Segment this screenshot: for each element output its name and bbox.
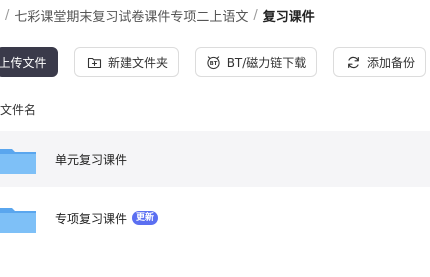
file-row[interactable]: 专项复习课件 更新 [0, 190, 430, 246]
column-header-name[interactable]: 文件名 [0, 101, 36, 118]
file-name[interactable]: 单元复习课件 [55, 151, 127, 168]
new-folder-button-label: 新建文件夹 [108, 55, 169, 70]
bt-download-button[interactable]: BT BT/磁力链下载 [195, 47, 318, 77]
breadcrumb-separator: / [253, 7, 258, 23]
file-name[interactable]: 专项复习课件 更新 [55, 210, 159, 227]
breadcrumb-separator: / [5, 7, 10, 23]
add-backup-button[interactable]: 添加备份 [333, 47, 427, 77]
folder-icon [0, 139, 36, 179]
upload-button-label: 上传文件 [0, 55, 47, 70]
breadcrumb: / 七彩课堂期末复习试卷课件专项二上语文 / 复习课件 [0, 5, 315, 25]
breadcrumb-parent-link[interactable]: 七彩课堂期末复习试卷课件专项二上语文 [14, 6, 248, 25]
add-backup-button-label: 添加备份 [367, 55, 416, 70]
upload-button[interactable]: 上传文件 [0, 47, 58, 77]
file-name-text: 单元复习课件 [55, 152, 128, 167]
file-row[interactable]: 单元复习课件 [0, 131, 430, 187]
file-browser: / 七彩课堂期末复习试卷课件专项二上语文 / 复习课件 上传文件 新建文件夹 B… [0, 0, 430, 277]
updated-badge: 更新 [132, 211, 159, 225]
breadcrumb-current: 复习课件 [262, 9, 315, 25]
folder-icon [0, 198, 36, 238]
bt-download-button-label: BT/磁力链下载 [226, 55, 307, 70]
new-folder-button[interactable]: 新建文件夹 [74, 47, 180, 77]
toolbar: 上传文件 新建文件夹 BT BT/磁力链下载 添加备份 [0, 46, 427, 78]
file-name-text: 专项复习课件 [55, 211, 128, 226]
svg-text:BT: BT [209, 61, 217, 67]
bt-magnet-icon: BT [206, 55, 221, 70]
sync-icon [346, 55, 361, 70]
new-folder-icon [87, 55, 102, 70]
